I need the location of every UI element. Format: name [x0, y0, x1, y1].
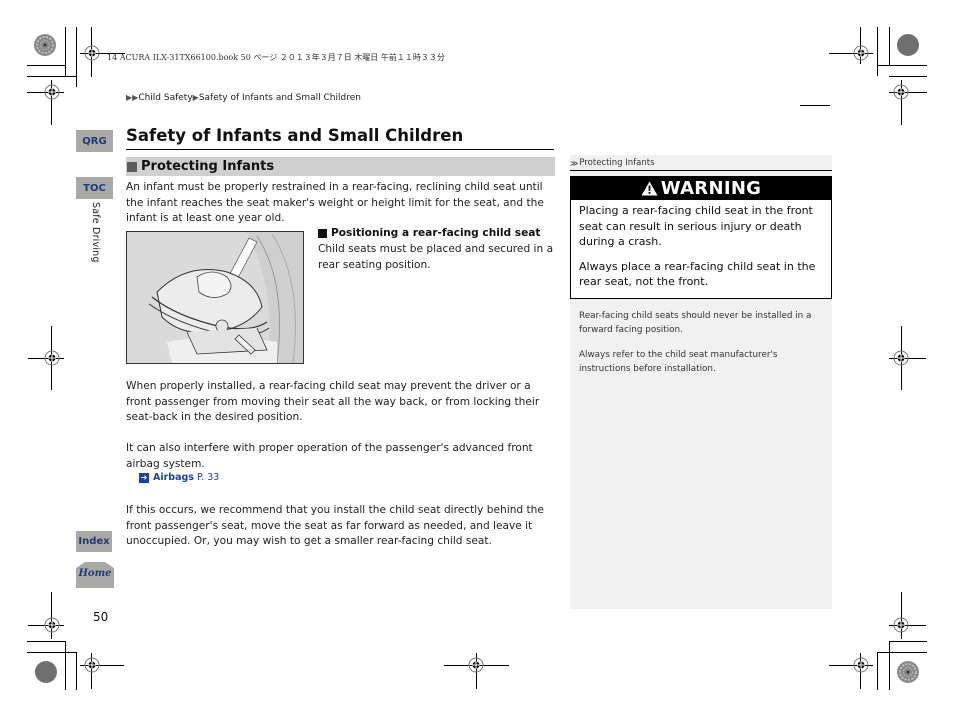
sidebar-note: Always refer to the child seat manufactu… [579, 350, 778, 374]
home-label: Home [78, 568, 112, 579]
crop-line [889, 76, 927, 77]
airbags-cross-reference[interactable]: ➔ Airbags P. 33 [139, 472, 219, 483]
sidebar-note: Rear-facing child seats should never be … [579, 311, 812, 335]
registration-mark-icon [84, 657, 100, 673]
subsection-body: Child seats must be placed and secured i… [318, 243, 554, 271]
home-button[interactable]: Home [76, 562, 114, 588]
crop-line [877, 65, 927, 66]
registration-mark-icon [44, 617, 60, 633]
page-title: Safety of Infants and Small Children [126, 126, 464, 145]
paragraph-airbag: It can also interfere with proper operat… [126, 442, 533, 470]
registration-mark-icon [893, 617, 909, 633]
print-target-icon [34, 34, 56, 56]
sidebar-header: ≫ Protecting Infants [570, 155, 832, 171]
warning-box: WARNING Placing a rear-facing child seat… [570, 176, 832, 299]
crop-line [76, 27, 77, 87]
crop-line [889, 27, 890, 66]
crop-line [889, 641, 890, 690]
breadcrumb: ▶▶Child Safety▶Safety of Infants and Sma… [126, 93, 361, 103]
warning-title: WARNING [660, 178, 762, 199]
breadcrumb-arrows-icon: ▶▶ [126, 93, 139, 102]
qrg-button[interactable]: QRG [76, 130, 113, 152]
crop-line [800, 105, 830, 106]
print-target-icon [897, 34, 919, 56]
child-seat-figure [126, 231, 304, 364]
crop-line [27, 76, 77, 77]
crop-line [889, 641, 927, 642]
registration-mark-icon [468, 657, 484, 673]
crop-line [877, 652, 927, 653]
warning-header: WARNING [571, 177, 831, 200]
section-heading: Protecting Infants [141, 159, 275, 174]
paragraph-recommendation: If this occurs, we recommend that you in… [126, 504, 544, 547]
crop-line [65, 27, 66, 76]
crop-line [27, 641, 66, 642]
crop-line [76, 652, 77, 690]
crop-line [877, 652, 878, 690]
section-tab-label: Safe Driving [90, 202, 101, 263]
toc-button[interactable]: TOC [76, 177, 113, 199]
warning-paragraph: Always place a rear-facing child seat in… [579, 259, 816, 289]
registration-mark-icon [84, 45, 100, 61]
sidebar-header-text: Protecting Infants [579, 158, 655, 168]
warning-body: Placing a rear-facing child seat in the … [571, 200, 831, 290]
registration-mark-icon [44, 84, 60, 100]
crop-line [65, 641, 66, 690]
registration-mark-icon [853, 657, 869, 673]
crop-line [877, 27, 878, 76]
sidebar-divider [570, 170, 832, 171]
page-number: 50 [93, 610, 109, 624]
section-heading-bar: Protecting Infants [126, 157, 555, 176]
child-seat-illustration [127, 232, 303, 363]
breadcrumb-item-current: Safety of Infants and Small Children [198, 93, 361, 103]
subsection-heading: Positioning a rear-facing child seat [318, 227, 541, 239]
crop-line [27, 65, 66, 66]
print-target-icon [897, 661, 919, 683]
airbags-page-ref[interactable]: P. 33 [197, 472, 219, 483]
breadcrumb-item-child-safety[interactable]: Child Safety [138, 93, 192, 103]
warning-paragraph: Placing a rear-facing child seat in the … [579, 204, 813, 249]
airbags-link[interactable]: Airbags [153, 472, 194, 483]
double-chevron-icon: ≫ [570, 158, 579, 168]
print-header-meta: 14 ACURA ILX-31TX66100.book 50 ページ ２０１３年… [107, 53, 445, 62]
registration-mark-icon [853, 45, 869, 61]
paragraph-seat-interference: When properly installed, a rear-facing c… [126, 380, 540, 423]
registration-mark-icon [893, 350, 909, 366]
subsection-heading-text: Positioning a rear-facing child seat [331, 227, 541, 239]
subsection-square-icon [318, 228, 327, 238]
crop-line [27, 652, 77, 653]
registration-mark-icon [893, 84, 909, 100]
arrow-right-icon: ➔ [139, 472, 149, 483]
section-square-icon [127, 161, 137, 172]
index-button[interactable]: Index [76, 531, 112, 552]
registration-mark-icon [44, 350, 60, 366]
warning-triangle-icon [641, 181, 658, 196]
intro-paragraph: An infant must be properly restrained in… [126, 181, 544, 224]
print-target-icon [35, 661, 57, 683]
title-divider [126, 149, 554, 150]
